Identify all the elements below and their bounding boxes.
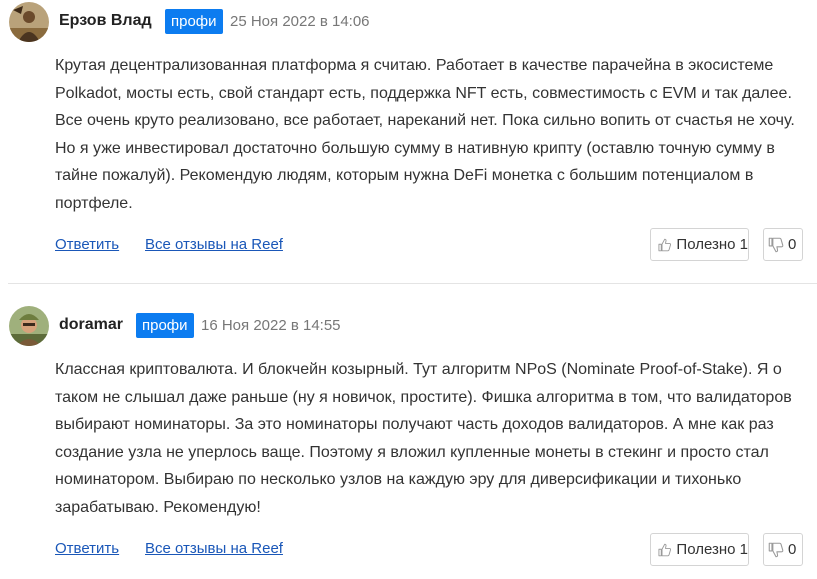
- review-card: doramar профи 16 Ноя 2022 в 14:55 Классн…: [0, 304, 817, 579]
- review-text-line: выбирают номинаторы. За это номинаторы п…: [55, 416, 774, 433]
- thumbs-up-icon: [658, 543, 672, 556]
- review-text-line: Классная криптовалюта. И блокчейн козырн…: [55, 361, 782, 378]
- review-author[interactable]: Ерзов Влад: [59, 12, 152, 30]
- useful-label: Полезно 1: [676, 541, 748, 558]
- review-text-line: Все очень круто реализовано, все работае…: [55, 112, 795, 129]
- thumbs-down-icon: [768, 542, 784, 557]
- pro-badge: профи: [165, 9, 223, 34]
- dislike-button[interactable]: 0: [763, 533, 803, 566]
- review-text-line: создание узла не уперлось ваще. Поэтому …: [55, 443, 769, 461]
- reply-link[interactable]: Ответить: [55, 236, 119, 253]
- avatar[interactable]: [9, 306, 49, 346]
- dislike-button[interactable]: 0: [763, 228, 803, 261]
- pro-badge: профи: [136, 313, 194, 338]
- review-text-line: Крутая децентрализованная платформа я сч…: [55, 57, 774, 74]
- review-text-line: тайне пожалуй). Рекомендую людям, которы…: [55, 167, 754, 184]
- review-date: 16 Ноя 2022 в 14:55: [201, 317, 341, 334]
- review-date: 25 Ноя 2022 в 14:06: [230, 13, 370, 30]
- review-card: Ерзов Влад профи 25 Ноя 2022 в 14:06 Кру…: [0, 0, 817, 283]
- useful-label: Полезно 1: [676, 236, 748, 253]
- review-text-line: Но я уже инвестировал достаточно большую…: [55, 139, 775, 157]
- review-text: Крутая децентрализованная платформа я сч…: [55, 52, 805, 217]
- review-text-line: портфеле.: [55, 194, 133, 212]
- review-author[interactable]: doramar: [59, 316, 123, 334]
- review-text-line: номинатором. Выбираю по несколько узлов …: [55, 471, 742, 488]
- reply-link[interactable]: Ответить: [55, 540, 119, 557]
- user-photo-avatar-icon: [9, 2, 49, 42]
- all-reviews-link[interactable]: Все отзывы на Reef: [145, 236, 283, 253]
- review-text: Классная криптовалюта. И блокчейн козырн…: [55, 356, 805, 521]
- avatar[interactable]: [9, 2, 49, 42]
- dislike-count: 0: [788, 236, 797, 253]
- useful-button[interactable]: Полезно 1: [650, 533, 749, 566]
- user-photo-avatar-icon: [9, 306, 49, 346]
- thumbs-down-icon: [768, 237, 784, 252]
- review-text-line: таком не слышал даже раньше (ну я новичо…: [55, 388, 792, 406]
- review-text-line: Polkadot, мосты есть, свой стандарт есть…: [55, 84, 792, 102]
- thumbs-up-icon: [658, 238, 672, 251]
- dislike-count: 0: [788, 541, 797, 558]
- review-text-line: зарабатываю. Рекомендую!: [55, 498, 261, 516]
- useful-button[interactable]: Полезно 1: [650, 228, 749, 261]
- all-reviews-link[interactable]: Все отзывы на Reef: [145, 540, 283, 557]
- review-divider: [8, 283, 817, 284]
